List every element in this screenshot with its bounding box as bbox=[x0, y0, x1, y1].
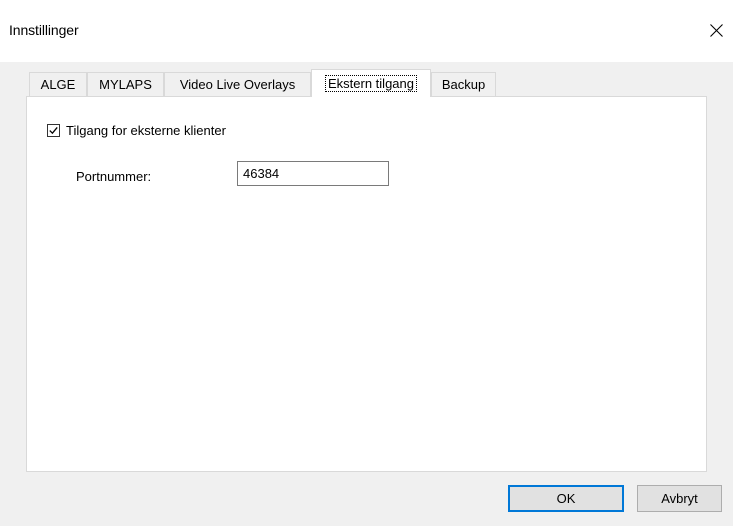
port-number-input[interactable] bbox=[237, 161, 389, 186]
tab-panel-ekstern-tilgang: Tilgang for eksterne klienter Portnummer… bbox=[26, 96, 707, 472]
tab-backup[interactable]: Backup bbox=[431, 72, 496, 96]
tab-label: MYLAPS bbox=[99, 77, 152, 92]
tab-label: ALGE bbox=[40, 77, 76, 92]
tab-ekstern-tilgang[interactable]: Ekstern tilgang bbox=[311, 69, 431, 97]
tab-label: Video Live Overlays bbox=[179, 77, 296, 92]
cancel-button[interactable]: Avbryt bbox=[637, 485, 722, 512]
dialog-title: Innstillinger bbox=[9, 22, 79, 38]
port-label: Portnummer: bbox=[76, 169, 152, 184]
close-button[interactable] bbox=[699, 14, 733, 46]
tab-label: Backup bbox=[441, 77, 486, 92]
title-bar: Innstillinger bbox=[0, 0, 733, 62]
settings-dialog: Innstillinger ALGE MYLAPS Video Live Ove… bbox=[0, 0, 733, 526]
tab-alge[interactable]: ALGE bbox=[29, 72, 87, 96]
checkmark-icon bbox=[49, 126, 58, 135]
checkbox-box[interactable] bbox=[47, 124, 60, 137]
close-icon bbox=[710, 24, 723, 37]
ok-button[interactable]: OK bbox=[508, 485, 624, 512]
external-access-label: Tilgang for eksterne klienter bbox=[66, 123, 226, 138]
tab-label: Ekstern tilgang bbox=[325, 75, 417, 92]
tab-video-live-overlays[interactable]: Video Live Overlays bbox=[164, 72, 311, 96]
tab-mylaps[interactable]: MYLAPS bbox=[87, 72, 164, 96]
